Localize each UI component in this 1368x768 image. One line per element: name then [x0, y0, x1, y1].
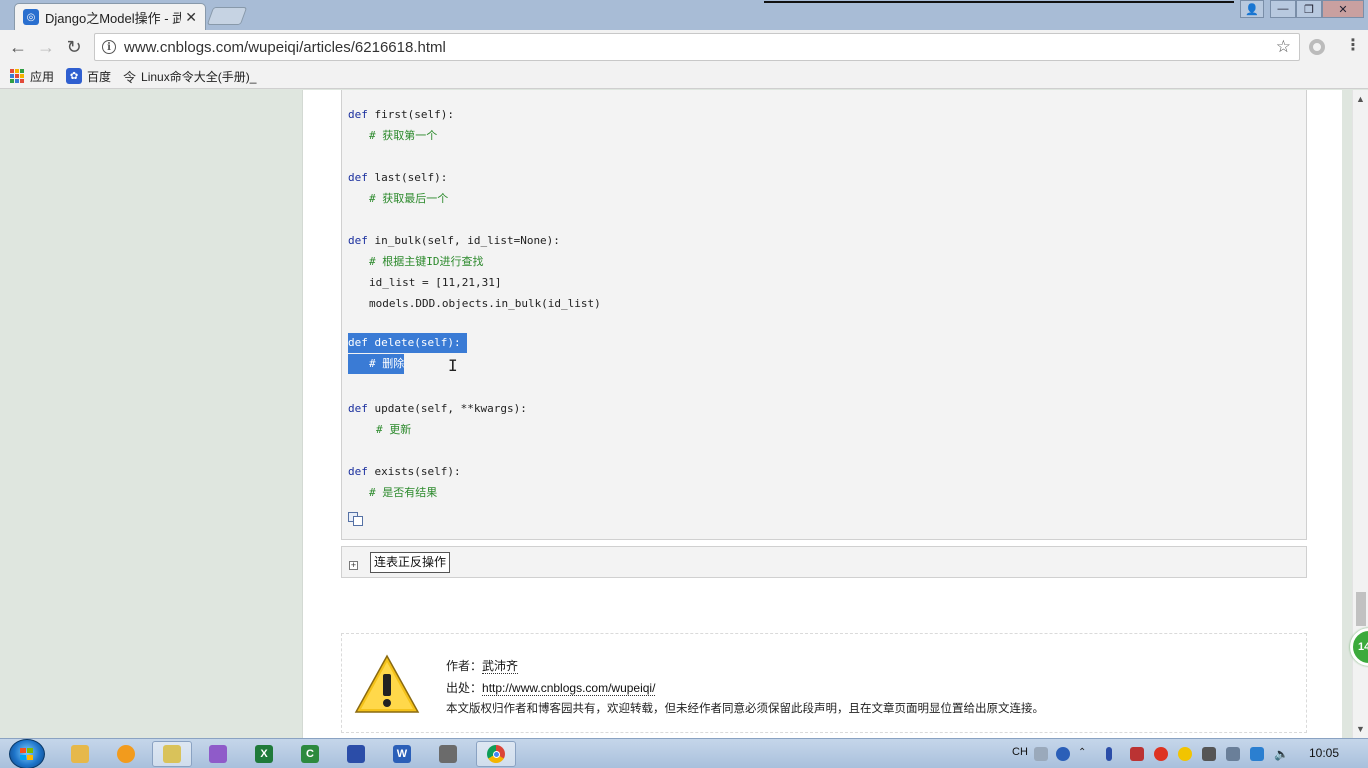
chrome-menu-icon[interactable]: ⋮	[1345, 35, 1361, 55]
code-line: id_list = [11,21,31]	[369, 276, 502, 289]
code-line-selected: def delete(self):	[348, 333, 467, 353]
code-line: def exists(self):	[348, 465, 461, 478]
apps-grid-icon	[10, 69, 24, 83]
user-profile-icon[interactable]: 👤	[1240, 0, 1264, 18]
help-icon[interactable]	[1056, 747, 1070, 761]
code-line: def last(self):	[348, 171, 448, 184]
text-cursor-icon: I	[448, 356, 458, 375]
tray-blue-icon[interactable]	[1250, 747, 1264, 761]
code-comment: # 更新	[376, 423, 412, 436]
code-line: def update(self, **kwargs):	[348, 402, 527, 415]
tray-yellow-icon[interactable]	[1178, 747, 1192, 761]
source-line: 出处：http://www.cnblogs.com/wupeiqi/	[446, 681, 656, 696]
source-link[interactable]: http://www.cnblogs.com/wupeiqi/	[482, 681, 656, 696]
ling-icon: 令	[123, 69, 137, 85]
excel-icon: X	[255, 745, 273, 763]
warning-icon	[354, 654, 420, 713]
tray-language[interactable]: CH	[1012, 746, 1028, 758]
folder-icon	[71, 745, 89, 763]
volume-icon[interactable]: 🔈	[1274, 747, 1289, 761]
close-window-button[interactable]: ✕	[1322, 0, 1364, 18]
collapsed-code-section[interactable]: + 连表正反操作	[341, 546, 1307, 578]
bookmark-apps[interactable]: 应用	[10, 68, 54, 85]
back-arrow-icon[interactable]: ←	[7, 36, 29, 58]
taskbar-app-paint[interactable]	[198, 741, 238, 767]
chrome-icon	[487, 745, 505, 763]
bookmark-baidu[interactable]: ✿ 百度	[66, 68, 111, 85]
code-comment: # 是否有结果	[369, 486, 438, 499]
word-icon: W	[393, 745, 411, 763]
address-bar[interactable]: i www.cnblogs.com/wupeiqi/articles/62166…	[94, 33, 1300, 61]
notepad-icon	[163, 745, 181, 763]
c-app-icon: C	[301, 745, 319, 763]
tools-icon	[439, 745, 457, 763]
bookmark-label: 百度	[87, 69, 112, 84]
code-line: def in_bulk(self, id_list=None):	[348, 234, 560, 247]
taskbar-notepad[interactable]	[152, 741, 192, 767]
copy-code-icon[interactable]	[348, 512, 364, 526]
code-comment: # 获取最后一个	[369, 192, 449, 205]
taskbar-explorer[interactable]	[60, 741, 100, 767]
site-info-icon[interactable]: i	[102, 40, 116, 54]
taskbar-app-c[interactable]: C	[290, 741, 330, 767]
taskbar-excel[interactable]: X	[244, 741, 284, 767]
restore-button[interactable]: ❐	[1296, 0, 1322, 18]
expand-plus-icon[interactable]: +	[349, 561, 358, 570]
new-tab-button[interactable]	[206, 7, 248, 25]
reload-icon[interactable]: ↻	[63, 36, 85, 58]
browser-toolbar: ← → ↻ i www.cnblogs.com/wupeiqi/articles…	[0, 30, 1368, 64]
keyboard-icon[interactable]	[1034, 747, 1048, 761]
expand-section-button[interactable]: 连表正反操作	[370, 552, 451, 573]
minimize-button[interactable]: —	[1270, 0, 1296, 18]
record-icon[interactable]	[1154, 747, 1168, 761]
page-viewport: def first(self): # 获取第一个 def last(self):…	[0, 90, 1352, 738]
bookmark-label: Linux命令大全(手册)_	[141, 69, 257, 84]
scroll-down-icon[interactable]: ▼	[1356, 724, 1365, 734]
window-titlebar: ◎ Django之Model操作 - 武 ✕ 👤 — ❐ ✕	[0, 0, 1368, 30]
scroll-up-icon[interactable]: ▲	[1356, 94, 1365, 104]
author-line: 作者：武沛齐	[446, 659, 519, 674]
taskbar-save-app[interactable]	[336, 741, 376, 767]
code-line: models.DDD.objects.in_bulk(id_list)	[369, 297, 601, 310]
copyright-notice: 作者：武沛齐 出处：http://www.cnblogs.com/wupeiqi…	[341, 633, 1307, 733]
author-link[interactable]: 武沛齐	[482, 659, 519, 674]
windows-taskbar: X C W CH ⌃ 🔈 10:05	[0, 738, 1368, 768]
scroll-thumb[interactable]	[1356, 592, 1366, 626]
browser-tab-active[interactable]: ◎ Django之Model操作 - 武 ✕	[14, 3, 206, 30]
bookmarks-bar: 应用 ✿ 百度 令 Linux命令大全(手册)_	[0, 64, 1368, 89]
copyright-text: 本文版权归作者和博客园共有，欢迎转载，但未经作者同意必须保留此段声明，且在文章页…	[446, 703, 1044, 715]
taskbar-app-tools[interactable]	[428, 741, 468, 767]
code-line: def first(self):	[348, 108, 454, 121]
code-comment: # 根据主键ID进行查找	[369, 255, 484, 268]
network-icon[interactable]	[1226, 747, 1240, 761]
title-divider	[764, 1, 1234, 3]
extension-icon[interactable]	[1309, 39, 1325, 55]
disk-icon	[347, 745, 365, 763]
bookmark-label: 应用	[30, 69, 55, 84]
tray-red-icon[interactable]	[1130, 747, 1144, 761]
tab-title: Django之Model操作 - 武	[45, 10, 182, 26]
tray-window-icon[interactable]	[1202, 747, 1216, 761]
bookmark-star-icon[interactable]: ☆	[1276, 37, 1291, 57]
taskbar-clock[interactable]: 10:05	[1309, 746, 1339, 760]
start-button[interactable]	[9, 739, 45, 768]
forward-arrow-icon[interactable]: →	[35, 36, 57, 58]
url-text[interactable]: www.cnblogs.com/wupeiqi/articles/6216618…	[124, 39, 1276, 56]
paint-icon	[209, 745, 227, 763]
upload-icon[interactable]	[1106, 747, 1112, 761]
code-comment-selected: # 删除	[348, 354, 405, 374]
windows-logo-icon	[20, 748, 34, 760]
paw-icon: ✿	[66, 68, 83, 84]
bookmark-linux[interactable]: 令 Linux命令大全(手册)_	[123, 67, 256, 86]
taskbar-chrome[interactable]	[476, 741, 516, 767]
taskbar-word[interactable]: W	[382, 741, 422, 767]
code-comment: # 获取第一个	[369, 129, 438, 142]
article-content: def first(self): # 获取第一个 def last(self):…	[302, 90, 1342, 738]
code-block: def first(self): # 获取第一个 def last(self):…	[341, 90, 1307, 540]
cnblogs-favicon-icon: ◎	[23, 9, 39, 25]
tab-close-icon[interactable]: ✕	[185, 9, 197, 26]
app-orange-icon	[117, 745, 135, 763]
taskbar-app-orange[interactable]	[106, 741, 146, 767]
tray-expand-icon[interactable]: ⌃	[1078, 747, 1092, 761]
